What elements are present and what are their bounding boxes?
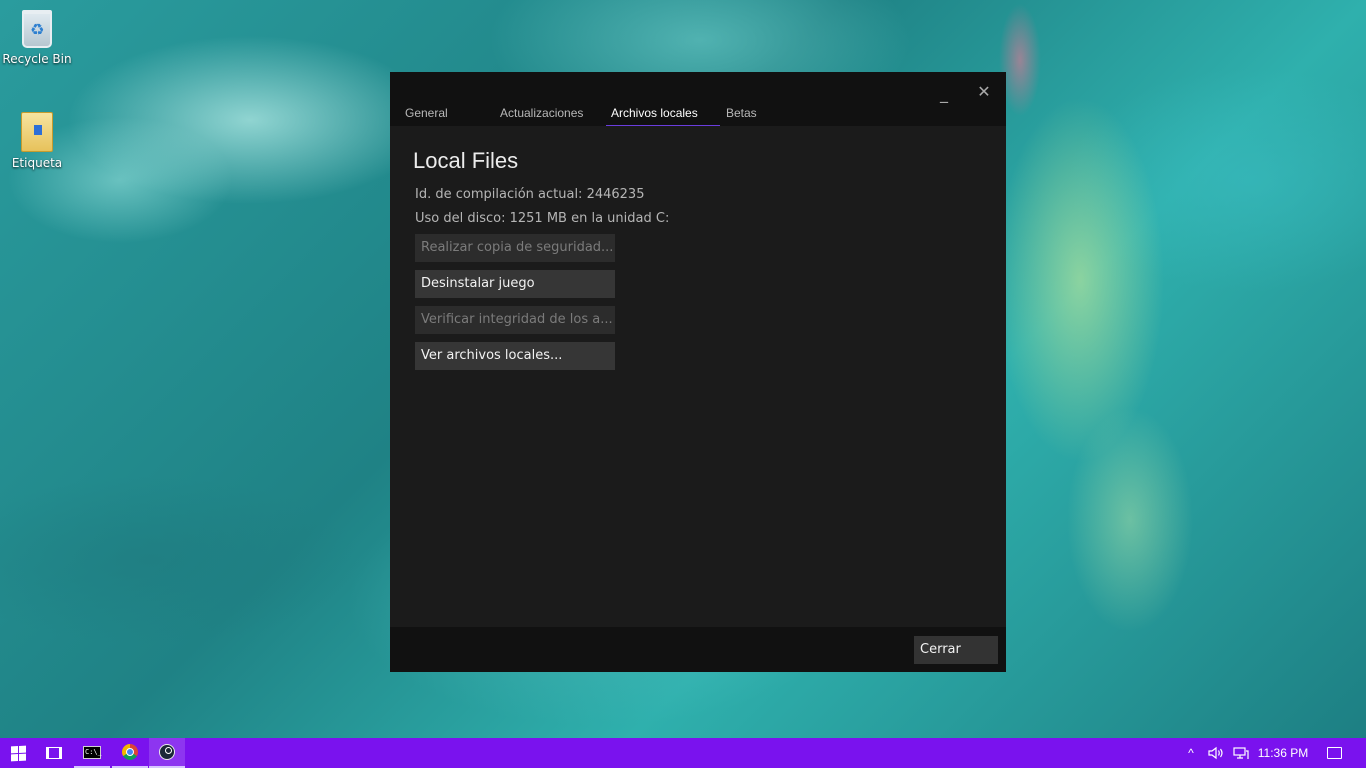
desktop-icon-etiqueta[interactable]: Etiqueta [0, 112, 74, 170]
minimize-button[interactable]: _ [932, 82, 956, 106]
close-window-button[interactable]: ✕ [972, 80, 996, 104]
browse-local-files-button[interactable]: Ver archivos locales... [415, 342, 615, 370]
task-view-icon [46, 747, 62, 759]
command-prompt-icon: C:\_ [83, 745, 102, 759]
volume-icon [1208, 746, 1223, 760]
build-id-text: Id. de compilación actual: 2446235 [415, 187, 645, 202]
volume-button[interactable] [1204, 738, 1228, 768]
recycle-bin-icon [22, 10, 52, 48]
chevron-up-icon: ^ [1188, 746, 1194, 760]
steam-icon [159, 744, 175, 760]
backup-button[interactable]: Realizar copia de seguridad... [415, 234, 615, 262]
start-button[interactable] [0, 738, 36, 768]
desktop-icon-label: Etiqueta [11, 156, 63, 170]
show-hidden-icons-button[interactable]: ^ [1180, 738, 1202, 768]
disk-usage-text: Uso del disco: 1251 MB en la unidad C: [415, 211, 670, 226]
desktop-icon-recycle-bin[interactable]: Recycle Bin [0, 10, 74, 66]
close-icon: ✕ [977, 82, 991, 101]
windows-start-icon [10, 745, 26, 761]
task-view-button[interactable] [36, 738, 72, 768]
desktop-icon-label: Recycle Bin [2, 52, 72, 66]
taskbar: C:\_ ^ 11:36 PM [0, 738, 1366, 768]
taskbar-app-command-prompt[interactable]: C:\_ [74, 738, 110, 768]
action-center-icon [1326, 747, 1342, 759]
verify-integrity-button[interactable]: Verificar integridad de los a... [415, 306, 615, 334]
properties-dialog: _ ✕ General Actualizaciones Archivos loc… [390, 72, 1006, 672]
tab-actualizaciones[interactable]: Actualizaciones [495, 106, 583, 126]
network-icon [1233, 747, 1249, 759]
cerrar-button[interactable]: Cerrar [914, 636, 998, 664]
tab-betas[interactable]: Betas [721, 106, 757, 126]
folder-icon [21, 112, 53, 152]
tab-general[interactable]: General [400, 106, 448, 126]
dialog-titlebar: _ ✕ General Actualizaciones Archivos loc… [390, 72, 1006, 126]
chrome-icon [122, 744, 138, 760]
clock[interactable]: 11:36 PM [1254, 738, 1312, 768]
uninstall-button[interactable]: Desinstalar juego [415, 270, 615, 298]
taskbar-app-chrome[interactable] [112, 738, 148, 768]
tab-archivos-locales[interactable]: Archivos locales [606, 106, 720, 126]
taskbar-app-steam[interactable] [149, 738, 185, 768]
action-center-button[interactable] [1322, 738, 1346, 768]
page-title: Local Files [413, 148, 519, 173]
network-button[interactable] [1229, 738, 1253, 768]
dialog-footer: Cerrar [390, 627, 1006, 672]
minimize-icon: _ [940, 84, 948, 103]
